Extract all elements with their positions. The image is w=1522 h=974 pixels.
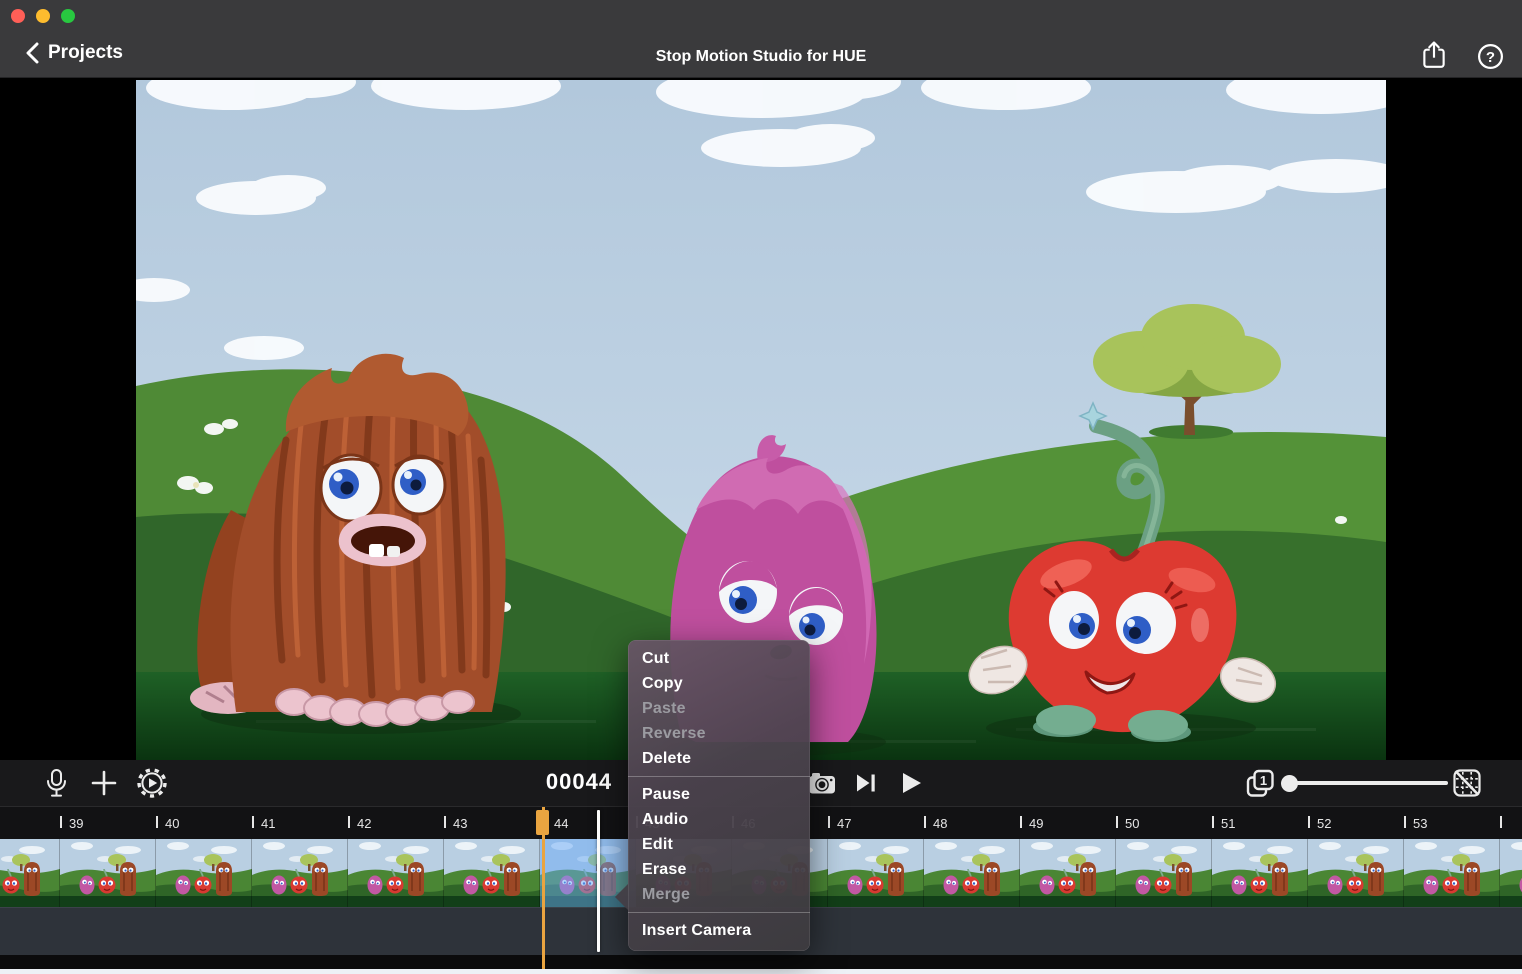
- playback-settings-button[interactable]: [136, 767, 168, 799]
- share-export-icon: [1421, 40, 1447, 70]
- jump-to-end-button[interactable]: [854, 771, 877, 795]
- window-title: Stop Motion Studio for HUE: [0, 48, 1522, 66]
- context-menu: CutCopyPasteReverseDelete PauseAudioEditE…: [628, 640, 810, 951]
- svg-text:?: ?: [1486, 49, 1495, 66]
- grid-toggle-button[interactable]: [1452, 768, 1482, 798]
- play-icon: [898, 770, 924, 796]
- onion-skin-button[interactable]: 1: [1245, 768, 1277, 799]
- window-controls: [11, 9, 75, 23]
- onion-skin-frames-icon: 1: [1245, 768, 1277, 799]
- menu-item-paste: Paste: [628, 696, 810, 721]
- playhead[interactable]: [542, 807, 545, 969]
- record-audio-button[interactable]: [44, 768, 69, 799]
- timeline-bottom-strip: [0, 955, 1522, 969]
- menu-separator: [628, 912, 810, 913]
- gear-play-icon: [136, 767, 168, 799]
- back-to-projects-button[interactable]: Projects: [26, 42, 123, 64]
- menu-item-erase[interactable]: Erase: [628, 857, 810, 882]
- menu-item-merge: Merge: [628, 882, 810, 907]
- camera-icon: [808, 771, 836, 795]
- menu-item-edit[interactable]: Edit: [628, 832, 810, 857]
- menu-item-delete[interactable]: Delete: [628, 746, 810, 771]
- add-media-button[interactable]: [91, 770, 117, 796]
- help-button[interactable]: ?: [1477, 43, 1504, 73]
- question-mark-circle-icon: ?: [1477, 43, 1504, 70]
- menu-item-cut[interactable]: Cut: [628, 646, 810, 671]
- title-bar: Projects Stop Motion Studio for HUE ?: [0, 0, 1522, 78]
- menu-item-pause[interactable]: Pause: [628, 782, 810, 807]
- back-label: Projects: [48, 42, 123, 64]
- menu-item-insert-camera[interactable]: Insert Camera: [628, 918, 810, 943]
- plus-icon: [91, 770, 117, 796]
- grid-crossed-icon: [1452, 768, 1482, 798]
- minimize-window-button[interactable]: [36, 9, 50, 23]
- window-bottom-edge: [0, 969, 1522, 974]
- insert-position-line: [597, 810, 600, 952]
- overlay-opacity-slider[interactable]: [1284, 781, 1448, 785]
- fullscreen-window-button[interactable]: [61, 9, 75, 23]
- menu-item-audio[interactable]: Audio: [628, 807, 810, 832]
- share-button[interactable]: [1421, 40, 1447, 73]
- context-menu-items: CutCopyPasteReverseDelete PauseAudioEditE…: [628, 646, 810, 943]
- context-menu-arrow: [615, 884, 628, 910]
- microphone-icon: [44, 768, 69, 799]
- slider-thumb[interactable]: [1281, 775, 1298, 792]
- menu-item-copy[interactable]: Copy: [628, 671, 810, 696]
- onion-skin-badge: 1: [1260, 773, 1267, 788]
- play-button[interactable]: [898, 770, 924, 796]
- frame-counter: 00044: [536, 769, 622, 795]
- menu-separator: [628, 776, 810, 777]
- skip-to-end-icon: [854, 771, 877, 795]
- menu-item-reverse: Reverse: [628, 721, 810, 746]
- close-window-button[interactable]: [11, 9, 25, 23]
- capture-frame-button[interactable]: [808, 771, 836, 795]
- back-chevron-icon: [26, 42, 39, 64]
